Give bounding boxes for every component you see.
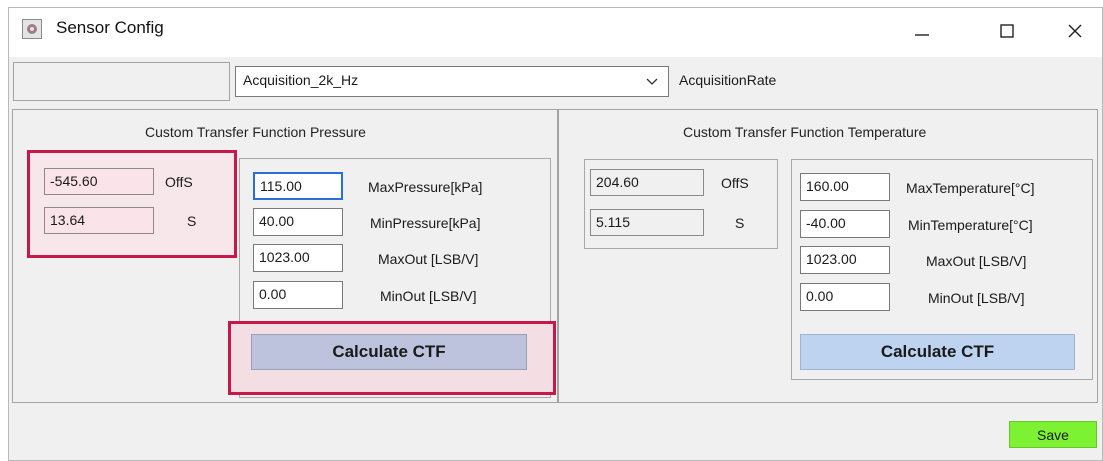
max-pressure-label: MaxPressure[kPa] — [368, 179, 483, 195]
sensor-app-icon — [22, 19, 42, 39]
pressure-s-label: S — [187, 213, 197, 229]
window-title: Sensor Config — [56, 18, 164, 37]
pressure-max-out-input[interactable]: 1023.00 — [253, 244, 343, 272]
maximize-icon — [1000, 24, 1014, 38]
max-temperature-input[interactable]: 160.00 — [800, 173, 890, 201]
pressure-section-title: Custom Transfer Function Pressure — [145, 124, 366, 140]
pressure-calculate-ctf-button[interactable]: Calculate CTF — [251, 334, 527, 370]
temperature-calculate-ctf-button[interactable]: Calculate CTF — [800, 334, 1075, 370]
max-pressure-input[interactable]: 115.00 — [253, 172, 343, 200]
max-temperature-label: MaxTemperature[°C] — [906, 180, 1035, 196]
temperature-max-out-label: MaxOut [LSB/V] — [926, 253, 1027, 269]
pressure-min-out-input[interactable]: 0.00 — [253, 281, 343, 309]
close-button[interactable] — [1053, 10, 1097, 52]
save-button[interactable]: Save — [1009, 421, 1097, 448]
acquisition-rate-value: Acquisition_2k_Hz — [243, 72, 359, 88]
min-pressure-input[interactable]: 40.00 — [253, 208, 343, 236]
minimize-button[interactable] — [900, 10, 944, 52]
min-temperature-input[interactable]: -40.00 — [800, 210, 890, 238]
pressure-max-out-label: MaxOut [LSB/V] — [378, 251, 479, 267]
pressure-offs-field: -545.60 — [44, 168, 154, 195]
temperature-s-label: S — [735, 215, 745, 231]
temperature-min-out-input[interactable]: 0.00 — [800, 283, 890, 311]
acquisition-rate-label: AcquisitionRate — [679, 72, 777, 88]
min-pressure-label: MinPressure[kPa] — [370, 215, 481, 231]
minimize-icon — [915, 34, 929, 36]
temperature-s-field: 5.115 — [590, 209, 704, 236]
pressure-offs-label: OffS — [165, 174, 193, 190]
pressure-offset-scale-panel — [27, 150, 237, 258]
left-empty-panel — [13, 62, 230, 101]
temperature-section-title: Custom Transfer Function Temperature — [683, 124, 927, 140]
pressure-min-out-label: MinOut [LSB/V] — [380, 288, 477, 304]
temperature-offs-label: OffS — [721, 175, 749, 191]
temperature-min-out-label: MinOut [LSB/V] — [928, 290, 1025, 306]
close-icon — [1068, 24, 1082, 38]
pressure-s-field: 13.64 — [44, 207, 154, 234]
chevron-down-icon[interactable] — [642, 72, 662, 92]
maximize-button[interactable] — [985, 10, 1029, 52]
temperature-offs-field: 204.60 — [590, 169, 704, 196]
min-temperature-label: MinTemperature[°C] — [908, 217, 1033, 233]
temperature-max-out-input[interactable]: 1023.00 — [800, 246, 890, 274]
